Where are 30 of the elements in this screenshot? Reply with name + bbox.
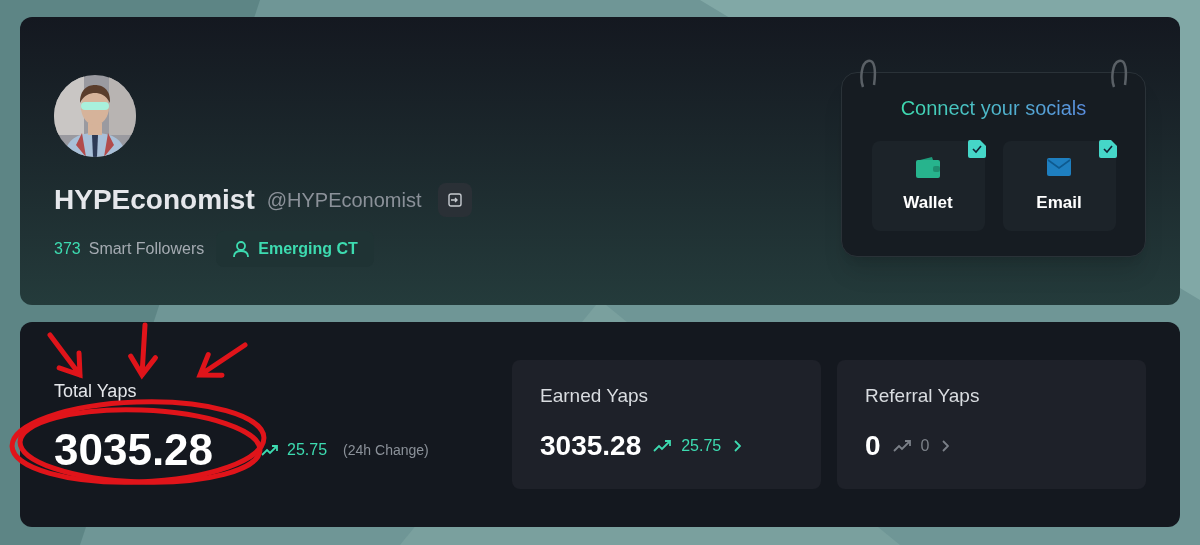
annotation-arrow [128,322,158,380]
annotation-arrow [196,342,248,378]
annotation-arrow [47,332,83,379]
wallet-icon [916,156,940,179]
envelope-icon [1047,158,1071,177]
stat-label: Earned Yaps [540,384,650,409]
social-tile[interactable]: Wallet [871,141,985,231]
display-name: HYPEconomist [54,183,255,217]
change-note: (24h Change) [343,440,429,460]
stat-label: Referral Yaps [865,384,981,409]
stat-change: 0 [920,435,930,456]
logout-button[interactable] [437,183,472,217]
ring-icon [1110,59,1128,89]
stat-value: 3035.28 [540,428,642,463]
followers-label: Smart Followers [88,239,205,259]
total-value: 3035.28 [54,424,214,476]
stat-value: 0 [865,428,881,463]
chevron-right-icon[interactable] [733,439,742,452]
trend-up-icon [261,444,280,456]
ring-icon [859,59,877,89]
user-icon [232,240,251,258]
chevron-right-icon[interactable] [941,439,950,452]
logout-icon [447,193,462,207]
user-handle: @HYPEconomist [266,188,422,213]
total-change: 25.75 [287,440,328,460]
total-label: Total Yaps [54,380,138,403]
social-tile[interactable]: Email [1002,141,1116,231]
stat-change: 25.75 [681,435,722,456]
rank-label: Emerging CT [258,239,358,259]
followers-count: 373 [54,239,81,259]
